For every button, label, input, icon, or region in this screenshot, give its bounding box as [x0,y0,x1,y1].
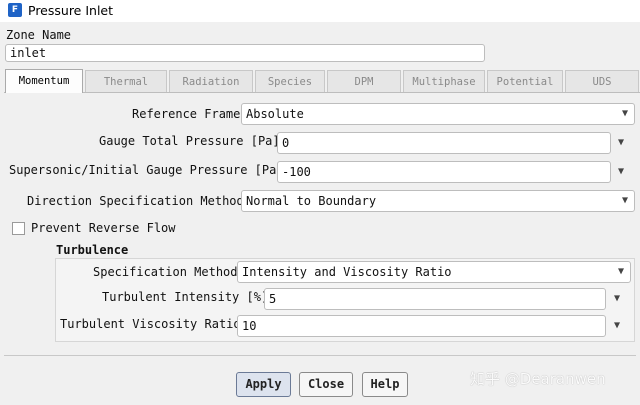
tab-bar: Momentum Thermal Radiation Species DPM M… [4,69,640,93]
turbulence-heading: Turbulence [56,243,129,257]
supersonic-pressure-label: Supersonic/Initial Gauge Pressure [Pa] [9,163,284,177]
reference-frame-dropdown[interactable]: Absolute ▼ [241,103,635,125]
gauge-total-pressure-label: Gauge Total Pressure [Pa] [99,134,280,148]
tab-thermal[interactable]: Thermal [85,70,167,92]
turbulent-intensity-input[interactable]: 5 [264,288,606,310]
chevron-down-icon[interactable]: ▼ [614,289,620,309]
prevent-reverse-flow-checkbox[interactable] [12,222,25,235]
direction-method-value: Normal to Boundary [246,194,377,208]
tab-multiphase[interactable]: Multiphase [403,70,485,92]
spec-method-label: Specification Method [93,265,238,279]
tab-species[interactable]: Species [255,70,325,92]
zone-name-input[interactable]: inlet [5,44,485,62]
apply-button[interactable]: Apply [236,372,291,397]
prevent-reverse-flow-label: Prevent Reverse Flow [31,221,176,235]
turbulent-intensity-label: Turbulent Intensity [%] [102,290,269,304]
gauge-total-pressure-input[interactable]: 0 [277,132,611,154]
tab-potential[interactable]: Potential [487,70,563,92]
viscosity-ratio-label: Turbulent Viscosity Ratio [60,317,241,331]
fluent-app-icon: F [8,3,22,17]
viscosity-ratio-input[interactable]: 10 [237,315,606,337]
reference-frame-label: Reference Frame [132,107,241,121]
direction-method-dropdown[interactable]: Normal to Boundary ▼ [241,190,635,212]
chevron-down-icon[interactable]: ▼ [614,316,620,336]
zone-name-label: Zone Name [6,28,72,42]
reference-frame-value: Absolute [246,107,304,121]
spec-method-value: Intensity and Viscosity Ratio [242,265,452,279]
chevron-down-icon: ▼ [621,195,628,206]
close-button[interactable]: Close [299,372,353,397]
chevron-down-icon[interactable]: ▼ [618,162,624,182]
direction-method-label: Direction Specification Method [27,194,244,208]
tab-radiation[interactable]: Radiation [169,70,253,92]
chevron-down-icon: ▼ [621,108,628,119]
chevron-down-icon: ▼ [617,266,624,277]
spec-method-dropdown[interactable]: Intensity and Viscosity Ratio ▼ [237,261,631,283]
window-title: Pressure Inlet [28,3,114,18]
tab-dpm[interactable]: DPM [327,70,401,92]
help-button[interactable]: Help [362,372,408,397]
tab-momentum[interactable]: Momentum [5,69,83,93]
chevron-down-icon[interactable]: ▼ [618,133,624,153]
bottom-separator [4,355,636,356]
watermark: 知乎 @Dearanwen [470,370,606,388]
tab-uds[interactable]: UDS [565,70,639,92]
supersonic-pressure-input[interactable]: -100 [277,161,611,183]
